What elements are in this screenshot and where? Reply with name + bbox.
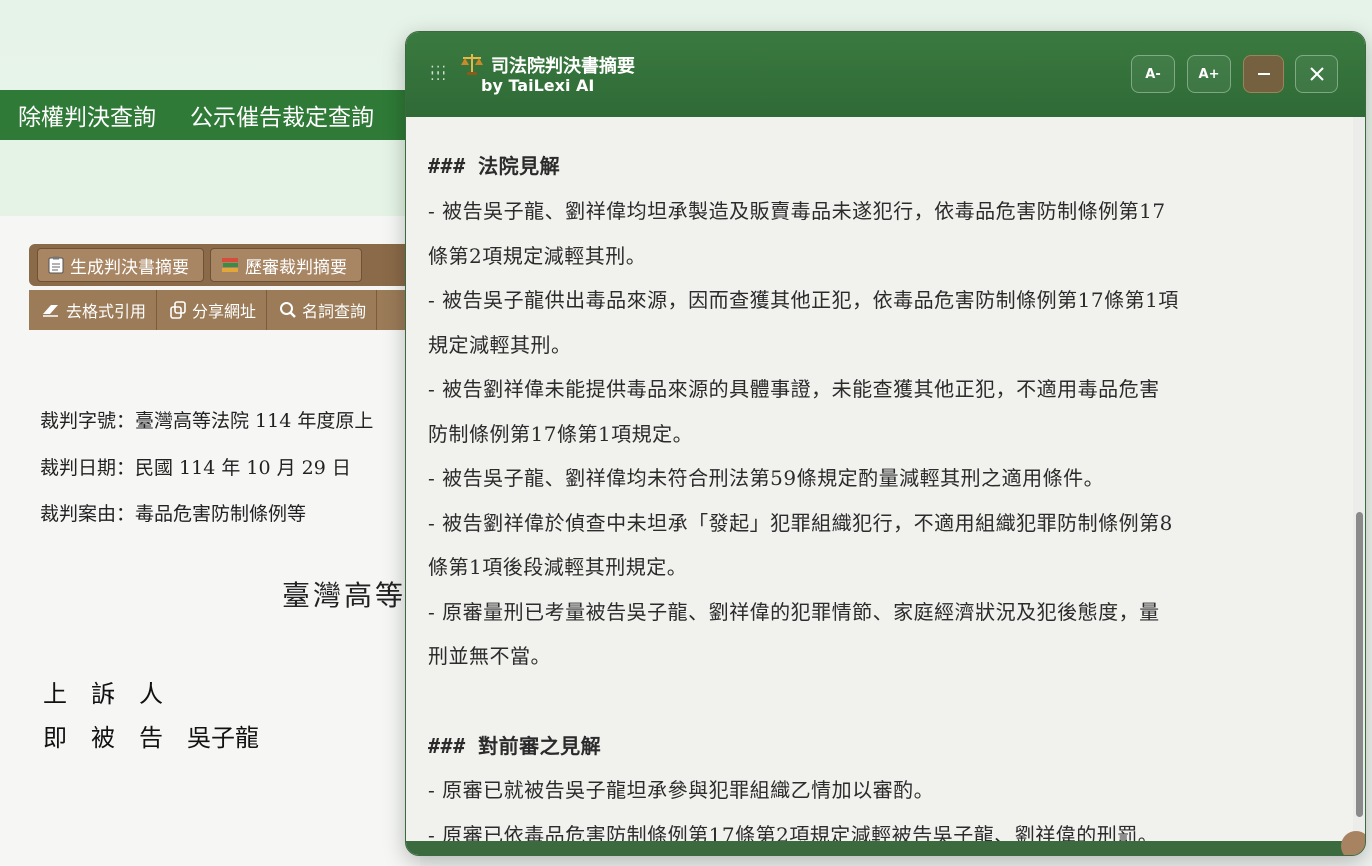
scrollbar-thumb[interactable] [1356, 512, 1363, 817]
nav-item-public-notice[interactable]: 公示催告裁定查詢 [190, 98, 374, 132]
citation-toolbar: 去格式引用 分享網址 名詞查詢 [29, 290, 419, 330]
party-defendant: 即 被 告 吳子龍 [43, 724, 259, 752]
header-band [0, 140, 420, 216]
generate-summary-button[interactable]: 生成判決書摘要 [37, 248, 204, 282]
summary-line: 規定減輕其刑。 [428, 333, 572, 357]
clipboard-icon [48, 256, 64, 274]
scales-icon [461, 54, 483, 75]
summary-panel: :::::: 司法院判決書摘要 by TaiLexi AI A- A+ ### … [405, 31, 1366, 856]
eraser-icon [43, 305, 58, 317]
summary-line: 條第1項後段減輕其刑規定。 [428, 555, 688, 579]
share-url-button[interactable]: 分享網址 [157, 290, 268, 330]
panel-title: 司法院判決書摘要 [491, 56, 635, 77]
minimize-button[interactable] [1243, 55, 1284, 93]
case-number: 裁判字號：臺灣高等法院 114 年度原上 [40, 410, 374, 432]
party-appellant: 上 訴 人 [43, 680, 163, 708]
summary-line: - 被告吳子龍供出毒品來源，因而查獲其他正犯，依毒品危害防制條例第17條第1項 [428, 288, 1179, 312]
summary-line: - 原審已依毒品危害防制條例第17條第2項規定減輕被告吳子龍、劉祥偉的刑罰。 [428, 823, 1159, 841]
term-lookup-label: 名詞查詢 [302, 302, 367, 321]
drag-handle-icon[interactable]: :::::: [430, 62, 447, 83]
generate-summary-label: 生成判決書摘要 [70, 257, 189, 278]
top-nav: 除權判決查詢 公示催告裁定查詢 [0, 90, 420, 140]
nav-item-exclusion-judgment[interactable]: 除權判決查詢 [18, 98, 156, 132]
summary-line: - 被告吳子龍、劉祥偉均未符合刑法第59條規定酌量減輕其刑之適用條件。 [428, 466, 1105, 490]
panel-subtitle: by TaiLexi AI [481, 76, 595, 95]
books-icon [222, 258, 238, 272]
remove-format-button[interactable]: 去格式引用 [29, 290, 158, 330]
remove-format-label: 去格式引用 [66, 302, 147, 321]
summary-line: 刑並無不當。 [428, 644, 551, 668]
font-smaller-button[interactable]: A- [1131, 55, 1175, 93]
font-larger-button[interactable]: A+ [1187, 55, 1231, 93]
document-heading: 臺灣高等 [282, 579, 407, 612]
summary-line: - 原審已就被告吳子龍坦承參與犯罪組織乙情加以審酌。 [428, 778, 935, 802]
judgment-date: 裁判日期：民國 114 年 10 月 29 日 [40, 457, 351, 479]
summary-line: - 原審量刑已考量被告吳子龍、劉祥偉的犯罪情節、家庭經濟狀況及犯後態度，量 [428, 600, 1160, 624]
section-heading: ### 對前審之見解 [428, 734, 602, 758]
section-heading: ### 法院見解 [428, 154, 561, 178]
term-lookup-button[interactable]: 名詞查詢 [267, 290, 378, 330]
history-summary-label: 歷審裁判摘要 [245, 257, 347, 278]
case-reason: 裁判案由：毒品危害防制條例等 [40, 503, 307, 525]
panel-footer [406, 841, 1365, 855]
close-icon [1309, 67, 1324, 81]
summary-content: ### 法院見解 - 被告吳子龍、劉祥偉均坦承製造及販賣毒品未遂犯行，依毒品危害… [406, 117, 1354, 841]
summary-toolbar: 生成判決書摘要 歷審裁判摘要 [29, 244, 419, 286]
panel-header[interactable]: :::::: 司法院判決書摘要 by TaiLexi AI A- A+ [406, 32, 1365, 117]
share-icon [170, 301, 186, 319]
summary-line: 條第2項規定減輕其刑。 [428, 244, 647, 268]
search-icon [280, 302, 296, 318]
share-url-label: 分享網址 [192, 302, 257, 321]
summary-line: - 被告吳子龍、劉祥偉均坦承製造及販賣毒品未遂犯行，依毒品危害防制條例第17 [428, 199, 1166, 223]
resize-grip-icon[interactable] [1341, 831, 1365, 855]
scrollbar[interactable] [1353, 117, 1365, 841]
summary-line: - 被告劉祥偉未能提供毒品來源的具體事證，未能查獲其他正犯，不適用毒品危害 [428, 377, 1160, 401]
summary-line: 防制條例第17條第1項規定。 [428, 422, 694, 446]
close-button[interactable] [1295, 55, 1338, 93]
history-summary-button[interactable]: 歷審裁判摘要 [210, 248, 362, 282]
minus-icon [1257, 73, 1270, 75]
summary-line: - 被告劉祥偉於偵查中未坦承「發起」犯罪組織犯行，不適用組織犯罪防制條例第8 [428, 511, 1173, 535]
